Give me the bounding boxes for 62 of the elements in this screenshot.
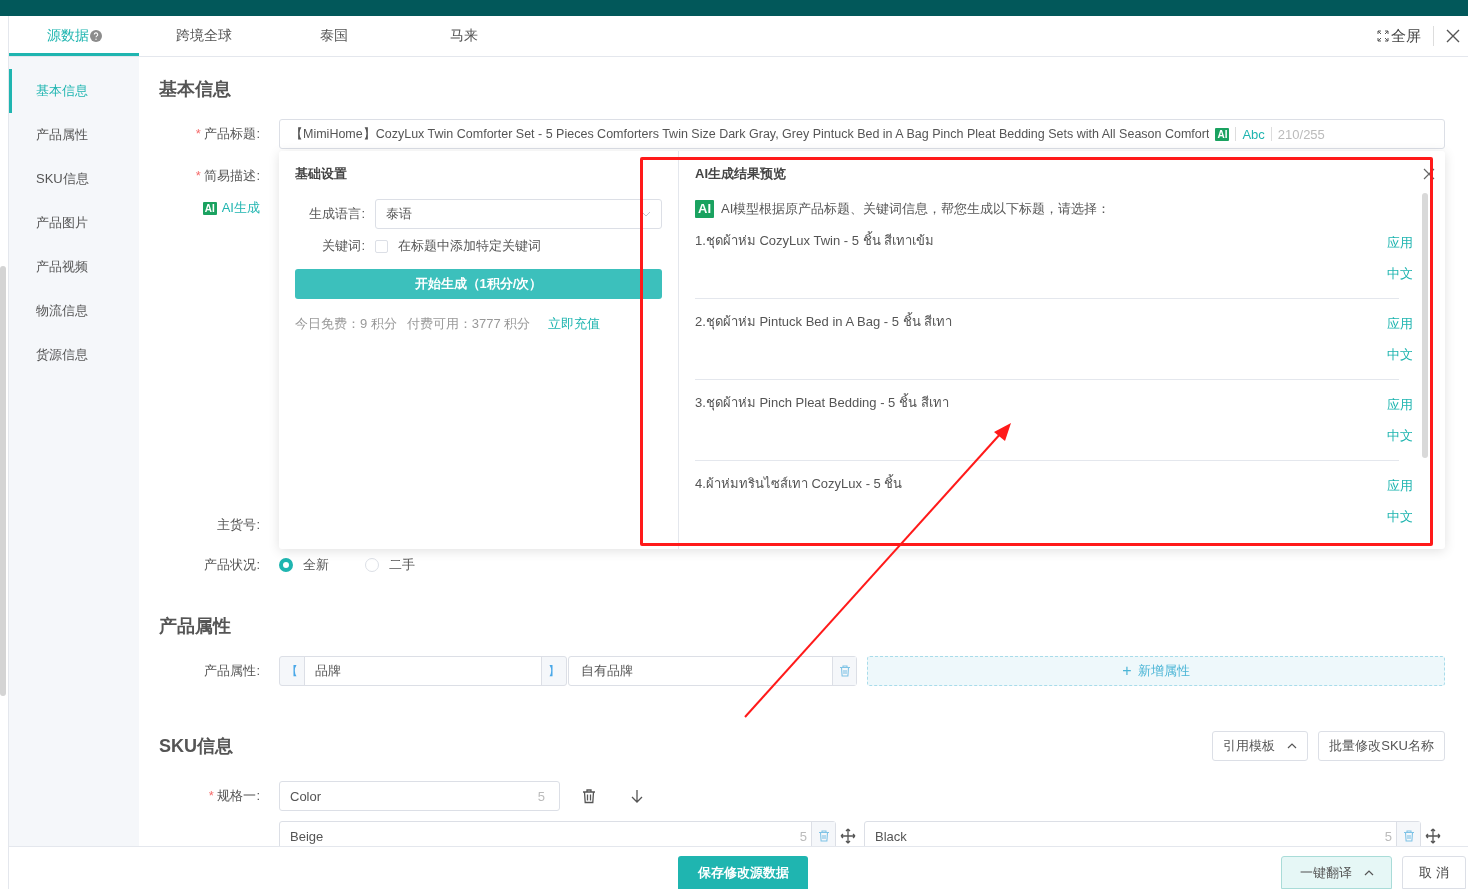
tab[interactable]: 马来	[399, 16, 529, 56]
cancel-button[interactable]: 取 消	[1402, 856, 1466, 889]
tab[interactable]: 跨境全球	[139, 16, 269, 56]
scrollbar[interactable]	[1422, 193, 1428, 458]
field-label: 主货号:	[217, 516, 260, 534]
fullscreen-button[interactable]: 全屏	[1377, 26, 1421, 46]
char-count: 5	[799, 828, 808, 844]
close-icon[interactable]	[1423, 168, 1435, 180]
move-icon[interactable]	[840, 828, 856, 844]
credit-text: 今日免费：9 积分	[295, 315, 397, 333]
panel-title: 基础设置	[295, 165, 348, 183]
field-label: 产品属性:	[204, 662, 260, 680]
char-count: 5	[537, 788, 546, 804]
move-icon[interactable]	[1425, 828, 1441, 844]
sidebar-item[interactable]: 产品图片	[9, 201, 139, 245]
attribute-name-field[interactable]: 【 品牌 】	[279, 656, 567, 686]
template-button[interactable]: 批量修改SKU名称	[1318, 731, 1445, 761]
field-label: 关键词:	[321, 237, 365, 255]
option-field[interactable]: Black 5	[864, 821, 1421, 846]
radio-option[interactable]: 二手	[365, 556, 415, 574]
intro-text: AI模型根据原产品标题、关键词信息，帮您生成以下标题，请选择：	[721, 200, 1111, 218]
tab[interactable]: 泰国	[269, 16, 399, 56]
sidebar-item[interactable]: 物流信息	[9, 289, 139, 333]
result-title: 2.ชุดผ้าห่ม Pintuck Bed in A Bag - 5 ชิ้น สีเทา	[695, 311, 953, 332]
translate-button[interactable]: 一键翻译	[1281, 856, 1392, 889]
section-title: SKU信息	[159, 735, 233, 758]
trash-icon[interactable]	[581, 788, 597, 804]
down-arrow-icon[interactable]	[630, 789, 644, 803]
ai-badge: AI	[695, 200, 714, 218]
close-icon[interactable]	[1446, 29, 1460, 43]
char-count: 5	[1384, 828, 1393, 844]
scrollbar[interactable]	[0, 266, 6, 696]
caret-icon	[1363, 869, 1374, 876]
sidebar-item[interactable]: 货源信息	[9, 333, 139, 377]
expand-icon	[1377, 27, 1389, 45]
field-label: * 规格一:	[208, 787, 260, 805]
sidebar-item[interactable]: SKU信息	[9, 157, 139, 201]
field-label: 产品状况:	[204, 556, 260, 574]
field-label: * 简易描述:	[195, 167, 260, 185]
keyword-checkbox[interactable]: 在标题中添加特定关键词	[375, 237, 541, 255]
field-label: 生成语言:	[309, 205, 365, 223]
radio-option[interactable]: 全新	[279, 556, 329, 574]
result-title: 3.ชุดผ้าห่ม Pinch Pleat Bedding - 5 ชิ้น สีเทา	[695, 392, 949, 413]
result-title: 1.ชุดผ้าห่ม CozyLux Twin - 5 ชิ้น สีเทาเข้ม	[695, 230, 935, 251]
option-field[interactable]: Beige 5	[279, 821, 836, 846]
chevron-icon	[641, 211, 651, 217]
bracket-mark: 【	[285, 662, 299, 680]
language-select[interactable]: 泰语	[375, 199, 662, 229]
section-title: 基本信息	[159, 78, 232, 101]
char-count: 210/255	[1277, 126, 1325, 142]
sidebar-item[interactable]: 产品属性	[9, 113, 139, 157]
attribute-value-field[interactable]: 自有品牌	[568, 656, 857, 686]
panel-title: AI生成结果预览	[695, 165, 786, 183]
credit-text: 付费可用：3777 积分	[406, 315, 531, 333]
bracket-mark: 】	[547, 662, 561, 680]
result-title: 4.ผ้าห่มทรินไซส์เทา CozyLux - 5 ชิ้น	[695, 473, 903, 493]
spec-field[interactable]: Color 5	[279, 781, 560, 811]
template-button[interactable]: 引用模板	[1212, 731, 1309, 761]
field-label: * 产品标题:	[195, 125, 260, 143]
sidebar-item[interactable]: 产品视频	[9, 245, 139, 289]
help-icon[interactable]	[89, 30, 102, 42]
section-title: 产品属性	[159, 615, 232, 638]
